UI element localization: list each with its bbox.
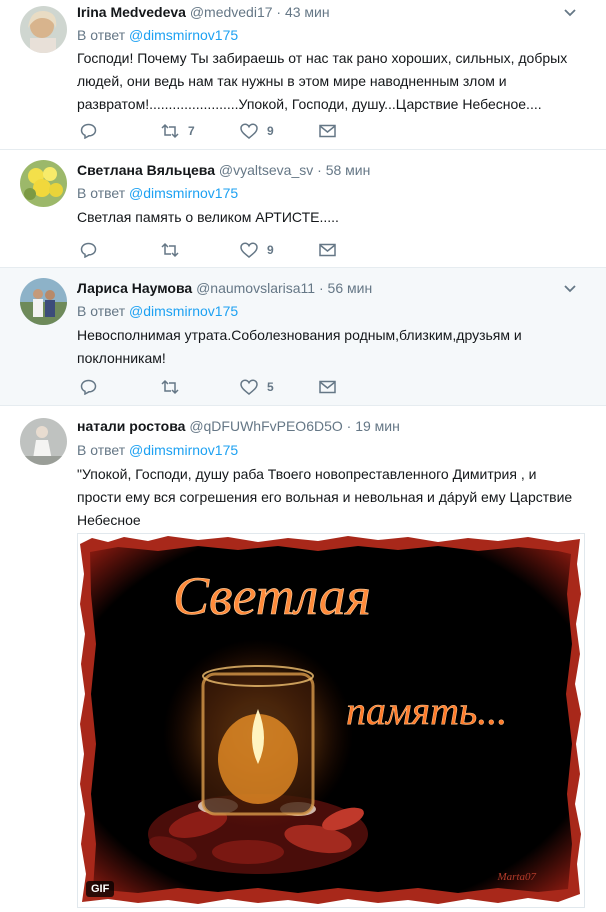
text-line: Господи! Почему Ты забираешь от нас так … [77,50,568,66]
retweet-button[interactable] [161,378,179,396]
display-name[interactable]: Irina Medvedeva [77,4,186,20]
reply-icon [80,123,97,139]
avatar[interactable] [20,278,67,325]
text-line: Небесное [77,512,141,528]
tweet-text: Господи! Почему Ты забираешь от нас так … [77,47,577,116]
tweet-header: Irina Medvedeva @medvedi17 · 43 мин [77,3,330,21]
display-name[interactable]: натали ростова [77,418,185,434]
like-button[interactable]: 9 [240,122,274,140]
reply-context: В ответ @dimsmirnov175 [77,26,238,44]
tweet-header: натали ростова @qDFUWhFvPEO6D5O · 19 мин [77,417,400,435]
tweet-2[interactable]: Светлана Вяльцева @vyaltseva_sv · 58 мин… [0,150,606,268]
tweet-1[interactable]: Irina Medvedeva @medvedi17 · 43 мин В от… [0,0,606,150]
text-line: поклонникам! [77,350,166,366]
retweet-icon [161,123,179,139]
reply-to-link[interactable]: @dimsmirnov175 [129,303,238,319]
reply-prefix: В ответ [77,185,126,201]
reply-context: В ответ @dimsmirnov175 [77,302,238,320]
gif-media[interactable]: Светлая память... GIF Marta07 [77,533,585,908]
gif-title-line2: память... [346,688,507,733]
retweet-icon [161,242,179,258]
user-handle[interactable]: @medvedi17 [190,4,273,20]
like-button[interactable]: 5 [240,378,274,396]
reply-icon [80,242,97,258]
retweet-button[interactable]: 7 [161,122,195,140]
like-icon [240,242,258,258]
avatar[interactable] [20,418,67,465]
reply-context: В ответ @dimsmirnov175 [77,441,238,459]
reply-prefix: В ответ [77,27,126,43]
tweet-header: Лариса Наумова @naumovslarisa11 · 56 мин [77,279,372,297]
tweet-text: "Упокой, Господи, душу раба Твоего новоп… [77,463,577,532]
reply-button[interactable] [80,241,97,259]
tweet-header: Светлана Вяльцева @vyaltseva_sv · 58 мин [77,161,370,179]
text-line: "Упокой, Господи, душу раба Твоего новоп… [77,466,537,482]
message-icon [319,124,336,138]
message-button[interactable] [319,241,336,259]
message-button[interactable] [319,122,336,140]
gif-image: Светлая память... [80,536,581,904]
reply-icon [80,379,97,395]
reply-prefix: В ответ [77,442,126,458]
retweet-icon [161,379,179,395]
text-line: прости ему вся согрешения его вольная и … [77,489,573,505]
text-line: развратом!.......................Упокой,… [77,96,542,112]
timestamp[interactable]: · 56 мин [319,280,372,296]
retweet-button[interactable] [161,241,179,259]
message-button[interactable] [319,378,336,396]
chevron-down-icon[interactable] [563,8,577,18]
like-button[interactable]: 9 [240,241,274,259]
text-line: Светлая память о великом АРТИСТЕ..... [77,209,339,225]
like-count: 9 [267,243,274,257]
retweet-count: 7 [188,124,195,138]
timestamp[interactable]: · 19 мин [347,418,400,434]
user-handle[interactable]: @vyaltseva_sv [219,162,313,178]
message-icon [319,380,336,394]
tweet-text: Невосполнимая утрата.Соболезнования родн… [77,324,577,370]
display-name[interactable]: Светлана Вяльцева [77,162,215,178]
reply-to-link[interactable]: @dimsmirnov175 [129,442,238,458]
timestamp[interactable]: · 43 мин [276,4,329,20]
user-handle[interactable]: @qDFUWhFvPEO6D5O [189,418,342,434]
reply-prefix: В ответ [77,303,126,319]
avatar[interactable] [20,6,67,53]
reply-context: В ответ @dimsmirnov175 [77,184,238,202]
reply-to-link[interactable]: @dimsmirnov175 [129,27,238,43]
text-line: Невосполнимая утрата.Соболезнования родн… [77,327,522,343]
user-handle[interactable]: @naumovslarisa11 [196,280,315,296]
gif-badge: GIF [86,881,115,897]
like-count: 9 [267,124,274,138]
reply-button[interactable] [80,378,97,396]
watermark: Marta07 [497,871,537,883]
tweet-text: Светлая память о великом АРТИСТЕ..... [77,206,577,229]
avatar[interactable] [20,160,67,207]
timestamp[interactable]: · 58 мин [317,162,370,178]
tweet-3[interactable]: Лариса Наумова @naumovslarisa11 · 56 мин… [0,268,606,406]
reply-to-link[interactable]: @dimsmirnov175 [129,185,238,201]
like-icon [240,123,258,139]
text-line: людей, они ведь нам так нужны в этом мир… [77,73,507,89]
chevron-down-icon[interactable] [563,284,577,294]
message-icon [319,243,336,257]
like-icon [240,379,258,395]
gif-title-line1: Светлая [173,566,371,626]
display-name[interactable]: Лариса Наумова [77,280,192,296]
like-count: 5 [267,380,274,394]
reply-button[interactable] [80,122,97,140]
